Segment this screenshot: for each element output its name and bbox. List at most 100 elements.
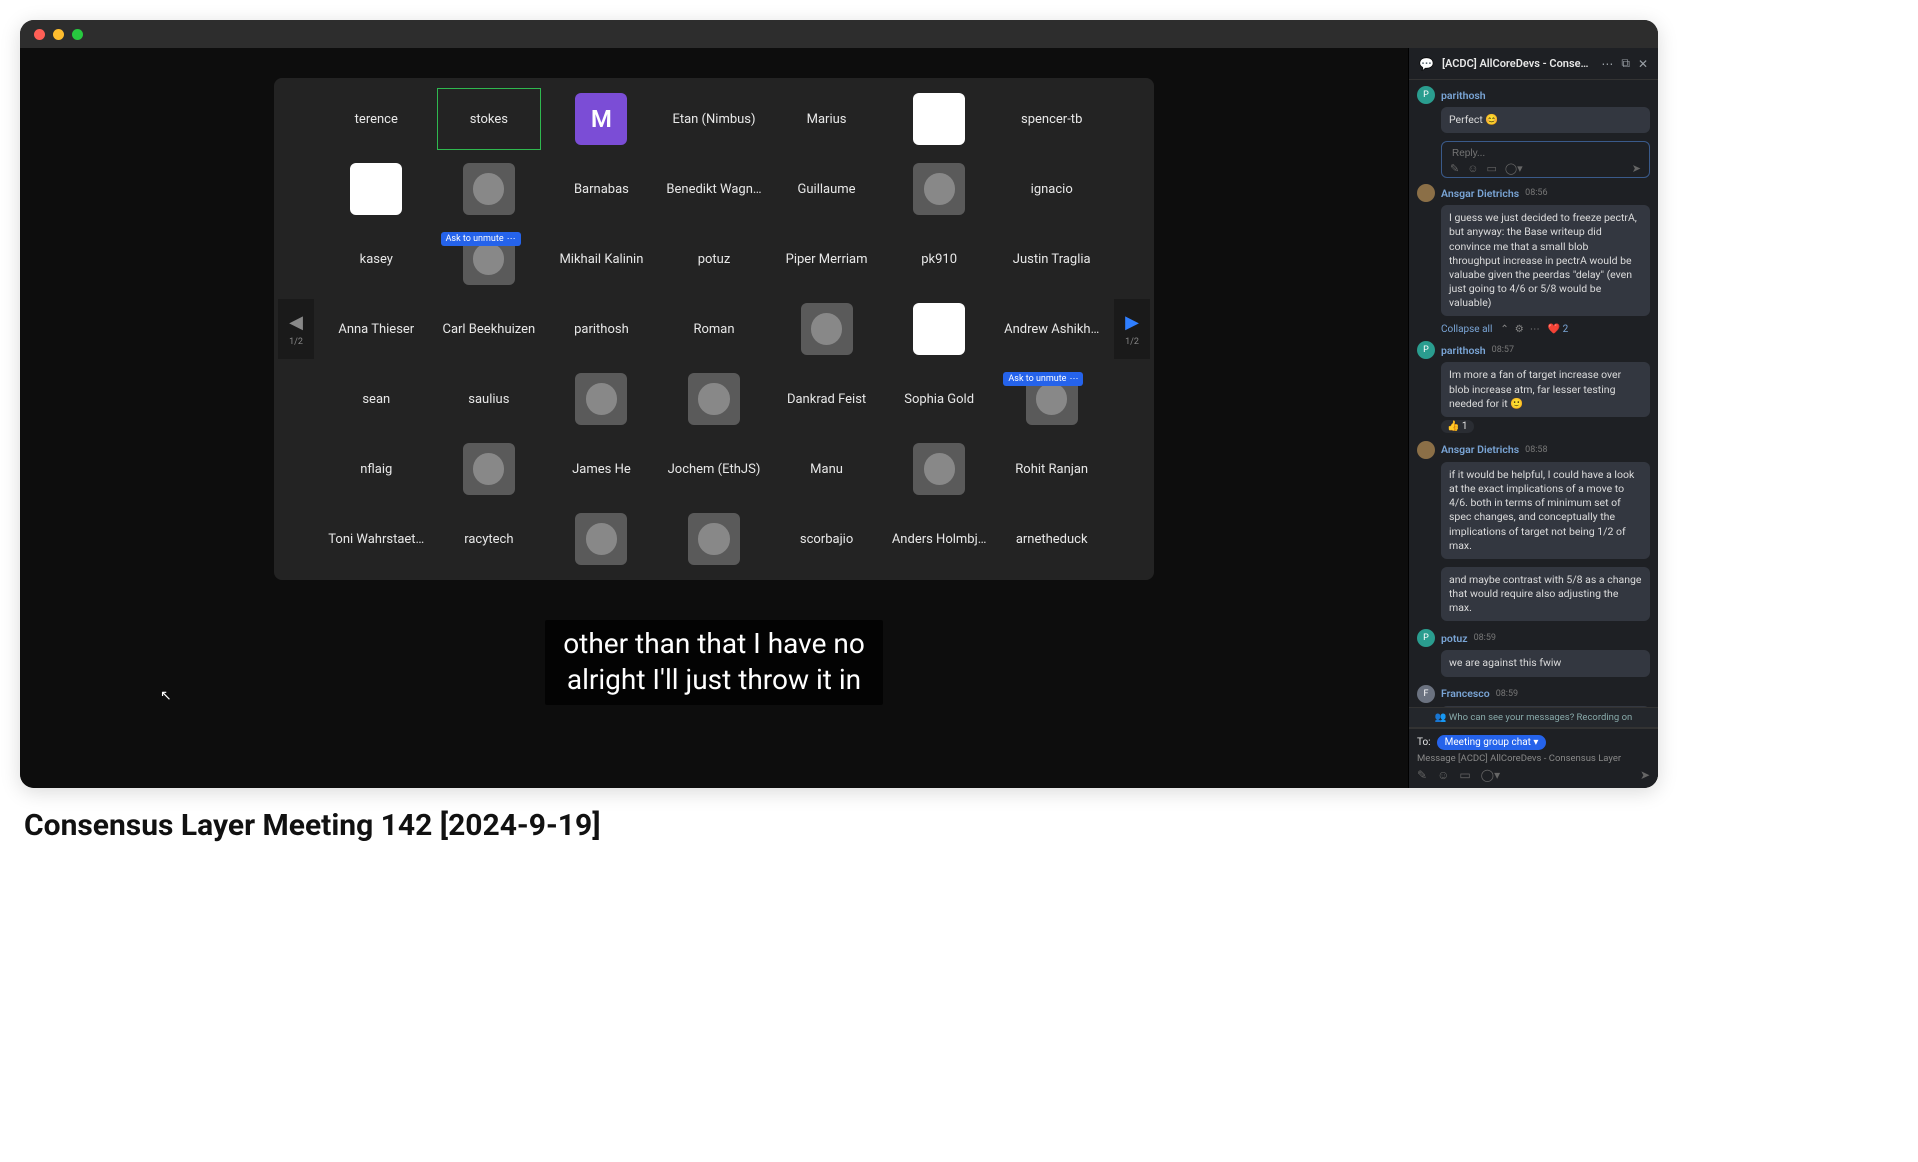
participant-name: kasey (360, 252, 393, 267)
participant-tile[interactable]: kasey (324, 228, 429, 290)
video-grid-area: ◀ 1/2 ▶ 1/2 terencestokesMEtan (Nimbus)M… (20, 48, 1408, 788)
reply-input[interactable] (1450, 147, 1641, 160)
participant-tile[interactable]: Anna Thieser (324, 298, 429, 360)
attach-icon[interactable]: ▭ (1486, 162, 1496, 175)
participant-tile[interactable]: Etan (Nimbus) (662, 88, 767, 150)
participant-tile[interactable] (549, 508, 654, 570)
close-icon[interactable]: ✕ (1638, 57, 1648, 71)
participant-tile[interactable] (887, 88, 992, 150)
participant-tile[interactable]: nflaig (324, 438, 429, 500)
participant-tile[interactable] (774, 298, 879, 360)
participant-tile[interactable]: Dankrad Feist (774, 368, 879, 430)
window-zoom-icon[interactable] (72, 29, 83, 40)
popout-icon[interactable]: ⧉ (1621, 56, 1630, 71)
participant-tile[interactable] (887, 298, 992, 360)
reply-box[interactable]: ✎ ☺ ▭ ◯▾ ➤ (1441, 141, 1650, 178)
participant-tile[interactable] (887, 438, 992, 500)
participant-tile[interactable]: Andrew Ashikh… (999, 298, 1104, 360)
participant-tile[interactable]: sean (324, 368, 429, 430)
participant-tile[interactable] (437, 158, 542, 220)
chevron-right-icon: ▶ (1125, 312, 1139, 333)
participant-tile[interactable]: stokes (437, 88, 542, 150)
record-icon[interactable]: ◯▾ (1505, 162, 1523, 175)
timestamp: 08:56 (1525, 188, 1547, 198)
more-icon[interactable]: ⋯ (1069, 374, 1078, 384)
window-close-icon[interactable] (34, 29, 45, 40)
record-icon[interactable]: ◯▾ (1481, 768, 1500, 782)
participant-tile[interactable]: Roman (662, 298, 767, 360)
format-icon[interactable]: ✎ (1450, 162, 1459, 175)
settings-icon[interactable]: ⚙ (1515, 324, 1524, 335)
send-icon[interactable]: ➤ (1640, 768, 1650, 782)
participant-name: Justin Traglia (1013, 252, 1091, 267)
chat-header: 💬 [ACDC] AllCoreDevs - Consensus… ⋯ ⧉ ✕ (1409, 48, 1658, 80)
format-icon[interactable]: ✎ (1417, 768, 1427, 782)
participant-tile[interactable]: terence (324, 88, 429, 150)
participant-tile[interactable]: pk910 (887, 228, 992, 290)
message-text: we are against this fwiw (1441, 650, 1650, 676)
more-icon[interactable]: ⋯ (507, 234, 516, 244)
recipient-pill[interactable]: Meeting group chat ▾ (1437, 735, 1547, 750)
participant-tile[interactable] (662, 368, 767, 430)
window-minimize-icon[interactable] (53, 29, 64, 40)
participant-tile[interactable]: Barnabas (549, 158, 654, 220)
participant-tile[interactable]: arnetheduck (999, 508, 1104, 570)
participant-tile[interactable]: Justin Traglia (999, 228, 1104, 290)
emoji-icon[interactable]: ☺ (1437, 768, 1449, 782)
participant-tile[interactable]: Manu (774, 438, 879, 500)
participant-tile[interactable]: Jochem (EthJS) (662, 438, 767, 500)
participant-tile[interactable]: James He (549, 438, 654, 500)
chevron-up-icon[interactable]: ⌃ (1500, 324, 1508, 335)
reaction-badge[interactable]: 👍 1 (1441, 420, 1474, 433)
participant-tile[interactable]: Ask to unmute⋯ (437, 228, 542, 290)
participant-tile[interactable] (324, 158, 429, 220)
participant-name: Rohit Ranjan (1015, 462, 1088, 477)
participant-name: James He (572, 462, 631, 477)
participant-tile[interactable]: M (549, 88, 654, 150)
participant-tile[interactable]: Rohit Ranjan (999, 438, 1104, 500)
participant-tile[interactable] (662, 508, 767, 570)
ask-unmute-badge[interactable]: Ask to unmute⋯ (1003, 372, 1083, 386)
avatar: P (1417, 629, 1435, 647)
participant-tile[interactable]: Carl Beekhuizen (437, 298, 542, 360)
participant-tile[interactable]: Ask to unmute⋯ (999, 368, 1104, 430)
participant-name: arnetheduck (1016, 532, 1088, 547)
participant-tile[interactable] (887, 158, 992, 220)
participant-tile[interactable]: Marius (774, 88, 879, 150)
participant-tile[interactable]: scorbajio (774, 508, 879, 570)
participant-tile[interactable]: Piper Merriam (774, 228, 879, 290)
collapse-thread-row[interactable]: Collapse all⌃⚙⋯❤️ 2 (1441, 324, 1650, 335)
more-icon[interactable]: ⋯ (1601, 57, 1613, 71)
participant-name: Manu (810, 462, 843, 477)
participant-tile[interactable]: ignacio (999, 158, 1104, 220)
author-name: parithosh (1441, 344, 1486, 357)
participant-tile[interactable]: potuz (662, 228, 767, 290)
compose-placeholder[interactable]: Message [ACDC] AllCoreDevs - Consensus L… (1417, 753, 1650, 764)
emoji-icon[interactable]: ☺ (1467, 162, 1478, 175)
participant-tile[interactable]: Sophia Gold (887, 368, 992, 430)
participant-tile[interactable]: saulius (437, 368, 542, 430)
participant-tile[interactable]: Benedikt Wagn… (662, 158, 767, 220)
participant-tile[interactable]: Mikhail Kalinin (549, 228, 654, 290)
avatar (463, 163, 515, 215)
next-page-button[interactable]: ▶ 1/2 (1114, 299, 1150, 359)
more-icon[interactable]: ⋯ (1530, 324, 1540, 335)
participant-tile[interactable]: racytech (437, 508, 542, 570)
participant-tile[interactable]: Anders Holmbj… (887, 508, 992, 570)
send-icon[interactable]: ➤ (1632, 162, 1641, 175)
heart-reaction[interactable]: ❤️ 2 (1548, 324, 1569, 335)
participant-tile[interactable]: Guillaume (774, 158, 879, 220)
participant-tile[interactable]: spencer-tb (999, 88, 1104, 150)
people-icon: 👥 (1435, 712, 1449, 723)
ask-unmute-badge[interactable]: Ask to unmute⋯ (441, 232, 521, 246)
participant-tile[interactable]: parithosh (549, 298, 654, 360)
participant-tile[interactable] (437, 438, 542, 500)
chat-message: and maybe contrast with 5/8 as a change … (1417, 567, 1650, 622)
participant-name: Benedikt Wagn… (666, 182, 761, 197)
prev-page-button[interactable]: ◀ 1/2 (278, 299, 314, 359)
avatar (463, 443, 515, 495)
attach-icon[interactable]: ▭ (1459, 768, 1470, 782)
who-can-see-row[interactable]: 👥 Who can see your messages? Recording o… (1409, 707, 1658, 728)
participant-tile[interactable]: Toni Wahrstaet… (324, 508, 429, 570)
participant-tile[interactable] (549, 368, 654, 430)
